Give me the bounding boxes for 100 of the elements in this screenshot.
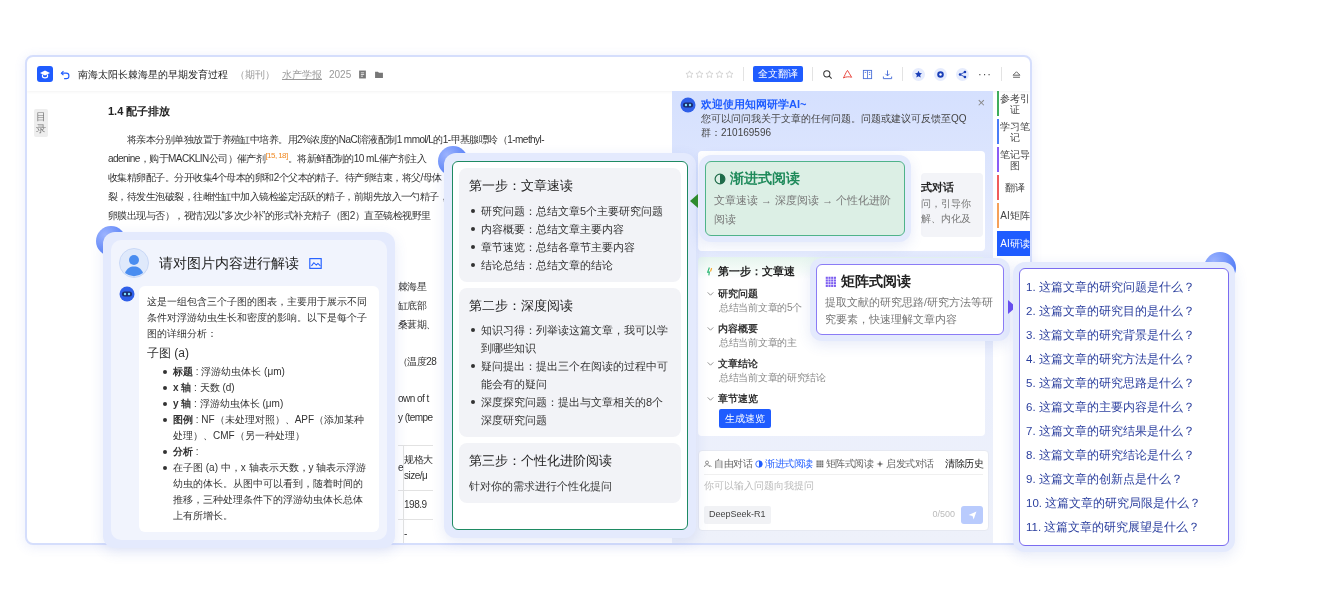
step-title: 第三步：个性化进阶阅读 xyxy=(469,452,613,470)
folder-icon[interactable] xyxy=(374,69,385,79)
star-icon[interactable] xyxy=(685,69,694,79)
question-link[interactable]: 6. 这篇文章的主要内容是什么？ xyxy=(1026,395,1222,419)
step-item: 内容概要：总结文章主要内容 xyxy=(481,221,624,237)
paragraph-line: 卵膜出现与否），视情况以“多次少补”的形式补充精子（图2）直至镜检视野里 xyxy=(108,208,431,223)
question-input[interactable]: 你可以输入问题向我提问 xyxy=(704,475,983,496)
text-fragment: own of t xyxy=(398,391,430,406)
bullet-icon xyxy=(471,262,475,267)
answer-item: 图例 : NF（未处理对照）、APF（添加某种处理）、CMF（另一种处理） xyxy=(173,413,366,443)
bullet-icon xyxy=(163,370,167,374)
step-title: 第二步：深度阅读 xyxy=(469,296,574,315)
mode-tab[interactable]: 自由对话 xyxy=(704,456,752,471)
pdf-icon[interactable] xyxy=(842,68,853,80)
sidebar-tab[interactable]: 参考引证 xyxy=(997,91,1030,116)
answer-item: 分析 : xyxy=(173,445,199,459)
more-menu-button[interactable]: ··· xyxy=(978,65,992,83)
bullet-icon xyxy=(471,364,475,368)
bullet-icon xyxy=(471,244,475,249)
text-fragment: 缸底部 xyxy=(398,298,428,313)
bullet-icon xyxy=(471,328,475,332)
translate-button[interactable]: 全文翻译 xyxy=(753,66,803,82)
year-label: 2025 xyxy=(329,67,352,82)
eject-icon[interactable] xyxy=(1011,68,1022,80)
text-fragment: y (tempe xyxy=(398,410,434,425)
mode-tab[interactable]: 矩阵式阅读 xyxy=(815,456,873,471)
sidebar-tab[interactable]: 笔记导图 xyxy=(997,147,1030,172)
table-header-text: e xyxy=(398,460,404,475)
step-item: 结论总结：总结文章的结论 xyxy=(481,257,613,273)
callout-arrow xyxy=(690,194,698,208)
half-circle-icon xyxy=(755,459,763,468)
star-icon[interactable] xyxy=(705,69,714,79)
model-selector[interactable]: DeepSeek-R1 xyxy=(704,506,771,524)
text-fragment: 桑葚期、 xyxy=(398,317,437,332)
section-title: 研究问题 xyxy=(718,286,758,301)
section-description: 总结当前文章的主 xyxy=(718,335,797,350)
question-link[interactable]: 1. 这篇文章的研究问题是什么？ xyxy=(1026,275,1222,299)
question-link[interactable]: 5. 这篇文章的研究思路是什么？ xyxy=(1026,371,1222,395)
clear-history-button[interactable]: 清除历史 xyxy=(945,456,983,471)
welcome-title: 欢迎使用知网研学AI~ xyxy=(701,97,808,112)
paragraph-line: 收集精卵配子。分开收集4个母本的卵和2个父本的精子。待产卵结束，将父/母体 xyxy=(108,170,442,185)
logo-icon[interactable] xyxy=(37,66,53,82)
question-link[interactable]: 11. 这篇文章的研究展望是什么？ xyxy=(1026,515,1222,539)
download-icon[interactable] xyxy=(882,68,893,80)
question-link[interactable]: 7. 这篇文章的研究结果是什么？ xyxy=(1026,419,1222,443)
bullet-icon xyxy=(163,450,167,454)
section-title: 文章结论 xyxy=(718,356,758,371)
table-header-text: 规格大 xyxy=(404,452,433,467)
share-icon[interactable] xyxy=(956,67,969,81)
bullet-icon xyxy=(471,400,475,404)
section-title: 章节速览 xyxy=(718,391,758,406)
step-item: 研究问题：总结文章5个主要研究问题 xyxy=(481,203,664,219)
step-text: 针对你的需求进行个性化提问 xyxy=(469,478,613,494)
star-badge-icon[interactable] xyxy=(912,67,925,81)
question-link[interactable]: 4. 这篇文章的研究方法是什么？ xyxy=(1026,347,1222,371)
toc-tab[interactable]: 目录 xyxy=(34,109,48,137)
welcome-text: 您可以问问我关于文章的任何问题。问题或建议可反馈至QQ群：210169596 xyxy=(701,112,968,140)
section-description: 总结当前文章的5个 xyxy=(718,300,802,315)
section-title: 内容概要 xyxy=(718,321,758,336)
bullet-icon xyxy=(163,402,167,406)
sidebar-tab[interactable]: AI矩阵 xyxy=(997,203,1030,228)
send-icon xyxy=(967,510,977,520)
document-icon[interactable] xyxy=(358,69,368,79)
sidebar-tab[interactable]: 翻译 xyxy=(997,175,1030,200)
answer-text: 这是一组包含三个子图的图表，主要用于展示不同条件对浮游幼虫生长和密度的影响。以下是每个子图的详细分析： xyxy=(147,295,368,341)
back-arrow-icon[interactable] xyxy=(60,68,71,80)
book-icon[interactable] xyxy=(862,68,873,80)
sidebar-tab[interactable]: AI研读 xyxy=(997,231,1030,256)
spark-icon xyxy=(706,266,715,278)
circle-badge-icon[interactable] xyxy=(934,67,947,81)
star-icon[interactable] xyxy=(695,69,704,79)
user-question: 请对图片内容进行解读 xyxy=(159,253,299,273)
question-link[interactable]: 10. 这篇文章的研究局限是什么？ xyxy=(1026,491,1222,515)
generate-button[interactable]: 生成速览 xyxy=(719,408,771,428)
card-title: 渐进式阅读 xyxy=(730,169,800,188)
search-icon[interactable] xyxy=(822,68,833,80)
star-icon[interactable] xyxy=(725,69,734,79)
step-item: 疑问提出：提出三个在阅读的过程中可能会有的疑问 xyxy=(481,359,669,392)
answer-item: x 轴 : 天数 (d) xyxy=(173,381,235,395)
star-icon[interactable] xyxy=(715,69,724,79)
paragraph-line: adenine，购于MACKLIN公司）催产剂$^{[15, 18]}$。将新鲜配制的10 mL催产剂注入 xyxy=(108,149,427,166)
mode-tab[interactable]: 启发式对话 xyxy=(876,456,934,471)
question-link[interactable]: 2. 这篇文章的研究目的是什么？ xyxy=(1026,299,1222,323)
answer-item: y 轴 : 浮游幼虫体长 (μm) xyxy=(173,397,284,411)
option-text: 解、内化及 xyxy=(921,211,972,226)
sidebar-tab[interactable]: 学习笔记 xyxy=(997,119,1030,144)
step-item: 知识习得：列举读这篇文章，我可以学到哪些知识 xyxy=(481,323,669,356)
step-title: 第一步：文章速读 xyxy=(469,177,574,195)
question-link[interactable]: 8. 这篇文章的研究结论是什么？ xyxy=(1026,443,1222,467)
table-cell: - xyxy=(403,519,433,543)
text-fragment: （温度28 xyxy=(398,354,438,369)
table-cell: 198.9 xyxy=(403,490,433,519)
question-link[interactable]: 3. 这篇文章的研究背景是什么？ xyxy=(1026,323,1222,347)
card-description: 文章速读 → 深度阅读 → 个性化进阶阅读 xyxy=(714,193,893,227)
question-link[interactable]: 9. 这篇文章的创新点是什么？ xyxy=(1026,467,1222,491)
journal-type-label: （期刊） xyxy=(235,67,275,82)
bullet-icon xyxy=(163,418,167,422)
mode-tab[interactable]: 渐进式阅读 xyxy=(755,456,813,471)
image-icon xyxy=(309,256,322,270)
paragraph-line: 将亲本分别单独放置于养殖缸中培养。用2%浓度的NaCl溶液配制1 mmol/L的1-甲基腺嘌呤（1-methyl- xyxy=(126,132,545,147)
